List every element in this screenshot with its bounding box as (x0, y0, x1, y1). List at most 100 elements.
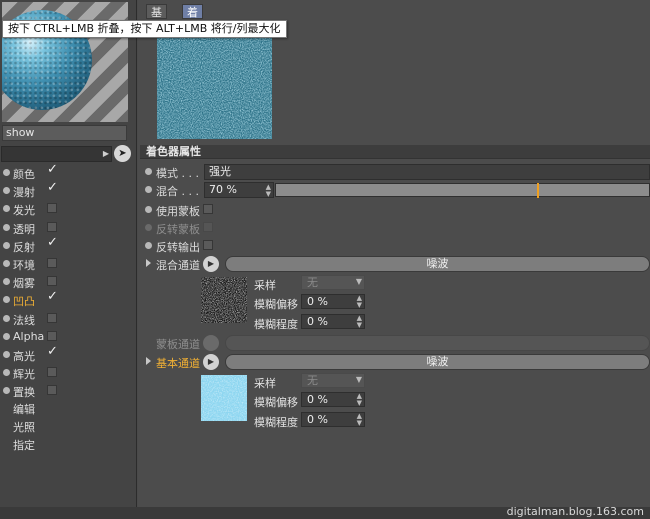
channel-item[interactable]: 烟雾 (0, 273, 136, 291)
channel-label: 漫射 (13, 186, 35, 200)
mode-select[interactable]: 强光 (204, 164, 650, 180)
base-blur-offset-input[interactable]: 0 % ▲ ▼ (301, 392, 365, 407)
sub-item-illumination[interactable]: 光照 (13, 419, 35, 435)
material-name-field[interactable]: show (2, 125, 127, 141)
channel-item[interactable]: 颜色 ✓ (0, 163, 136, 182)
channel-checkbox[interactable] (47, 276, 57, 287)
channel-dot (3, 278, 10, 286)
channel-dot (3, 187, 10, 195)
channel-item[interactable]: 发光 (0, 200, 136, 218)
material-name-combo[interactable]: ▶ (1, 146, 112, 162)
texture-noise (201, 277, 247, 323)
spinner-arrows-icon[interactable]: ▲ ▼ (266, 184, 271, 198)
mix-slider-handle[interactable] (537, 183, 539, 198)
mix-blur-offset-input[interactable]: 0 % ▲ ▼ (301, 294, 365, 309)
channel-label: 烟雾 (13, 277, 35, 291)
tab-basic[interactable]: 基本 (146, 4, 167, 34)
channel-label: 反射 (13, 240, 35, 254)
base-channel-menu-button[interactable]: ▶ (203, 354, 219, 370)
shader-properties-header: 着色器属性 (140, 145, 650, 159)
channel-item[interactable]: 置换 (0, 382, 136, 400)
animate-dot[interactable] (145, 206, 152, 213)
shader-texture-preview (157, 26, 272, 139)
mix-blur-offset-label: 模糊偏移 (254, 298, 298, 311)
channel-item[interactable]: 漫射 ✓ (0, 181, 136, 200)
channel-dot (3, 260, 10, 267)
channel-item[interactable]: 辉光 (0, 364, 136, 382)
channel-checkbox[interactable] (47, 221, 57, 232)
tooltip: 按下 CTRL+LMB 折叠，按下 ALT+LMB 将行/列最大化 (2, 20, 287, 38)
mix-slider[interactable] (275, 183, 650, 198)
mix-sampling-select: 无 ▼ (301, 275, 365, 290)
use-mask-row: 使用蒙板 (138, 201, 650, 219)
channel-item[interactable]: 法线 (0, 310, 136, 328)
channel-checkbox-checked[interactable]: ✓ (47, 181, 58, 195)
mix-blur-scale-input[interactable]: 0 % ▲ ▼ (301, 314, 365, 329)
chevron-down-icon: ▼ (355, 277, 362, 286)
spinner-arrows-icon[interactable]: ▲ ▼ (357, 295, 362, 309)
mode-row: 模式 . . . 强光 (138, 163, 650, 181)
channel-dot (3, 369, 10, 377)
channel-checkbox[interactable] (47, 385, 57, 396)
base-sampling-value: 无 (307, 374, 318, 387)
invert-output-label: 反转输出 (156, 241, 200, 254)
mix-channel-menu-button[interactable]: ▶ (203, 256, 219, 272)
channel-checkbox-checked[interactable]: ✓ (47, 290, 58, 304)
channel-item[interactable]: 凹凸 ✓ (0, 290, 136, 309)
triangle-right-icon[interactable] (146, 357, 151, 365)
mix-sampling-label: 采样 (254, 279, 276, 292)
channel-item[interactable]: 反射 ✓ (0, 235, 136, 255)
mix-label: 混合 . . . (156, 185, 199, 198)
channel-item[interactable]: Alpha (0, 328, 136, 346)
base-blur-scale-input[interactable]: 0 % ▲ ▼ (301, 412, 365, 427)
channel-dot (3, 296, 10, 304)
mode-label: 模式 . . . (156, 167, 199, 180)
mix-channel-thumbnail (201, 277, 247, 323)
spinner-arrows-icon[interactable]: ▲ ▼ (357, 413, 362, 427)
attribute-panel: 基本 着色器 着色器属性 模式 . . . 强光 混合 . . . 70 % ▲… (138, 0, 650, 507)
base-sampling-select: 无 ▼ (301, 373, 365, 388)
base-channel-label: 基本通道 (156, 357, 200, 370)
base-sampling-label: 采样 (254, 377, 276, 390)
watermark: digitalman.blog.163.com (506, 505, 644, 518)
channel-item[interactable]: 透明 (0, 219, 136, 237)
sub-item-edit[interactable]: 编辑 (13, 401, 35, 417)
channel-checkbox-checked[interactable]: ✓ (47, 235, 58, 250)
channel-checkbox[interactable] (47, 330, 57, 341)
channel-label: 法线 (13, 313, 35, 327)
channel-label: 透明 (13, 222, 35, 236)
invert-output-checkbox[interactable] (203, 240, 213, 250)
use-mask-checkbox[interactable] (203, 204, 213, 214)
channel-checkbox-checked[interactable]: ✓ (47, 345, 58, 359)
spinner-arrows-icon[interactable]: ▲ ▼ (357, 315, 362, 329)
channel-checkbox-checked[interactable]: ✓ (47, 163, 58, 177)
spinner-arrows-icon[interactable]: ▲ ▼ (357, 393, 362, 407)
channel-item[interactable]: 环境 (0, 255, 136, 273)
triangle-right-icon[interactable] (146, 259, 151, 267)
animate-dot[interactable] (145, 242, 152, 249)
mask-channel-shader-button (225, 335, 650, 351)
mix-input[interactable]: 70 % ▲ ▼ (204, 182, 274, 198)
mix-channel-row: 混合通道 ▶ 噪波 (138, 255, 650, 273)
channel-item[interactable]: 高光 ✓ (0, 345, 136, 364)
tab-shader[interactable]: 着色器 (182, 4, 203, 49)
chevron-down-icon: ▼ (355, 375, 362, 384)
channel-label: 高光 (13, 350, 35, 363)
mix-channel-shader-button[interactable]: 噪波 (225, 256, 650, 272)
channel-checkbox[interactable] (47, 312, 57, 323)
mix-blur-scale-value: 0 % (307, 315, 328, 328)
base-channel-shader-button[interactable]: 噪波 (225, 354, 650, 370)
animate-dot (145, 224, 152, 231)
channel-checkbox[interactable] (47, 258, 57, 268)
sub-item-assign[interactable]: 指定 (13, 437, 35, 453)
arrow-pick-icon[interactable]: ➤ (114, 145, 131, 162)
channel-label: 颜色 (13, 168, 35, 181)
animate-dot[interactable] (145, 186, 152, 193)
channel-checkbox[interactable] (47, 203, 57, 214)
base-channel-thumbnail (201, 375, 247, 421)
triangle-right-icon[interactable]: ▶ (102, 149, 110, 159)
channel-checkbox[interactable] (47, 367, 57, 378)
animate-dot[interactable] (145, 168, 152, 175)
base-blur-offset-label: 模糊偏移 (254, 396, 298, 409)
mix-blur-offset-value: 0 % (307, 295, 328, 308)
